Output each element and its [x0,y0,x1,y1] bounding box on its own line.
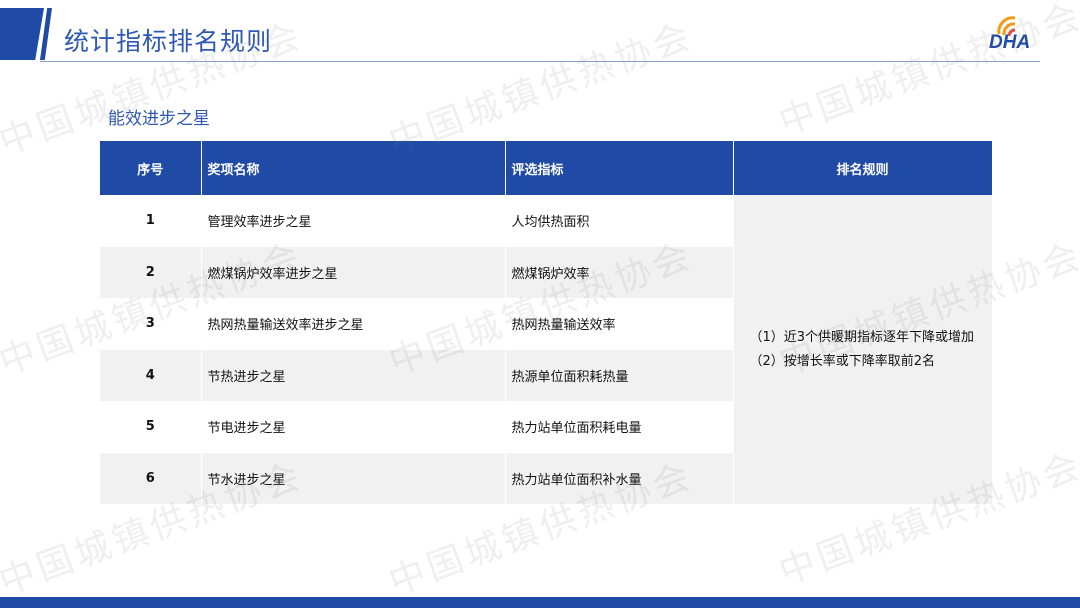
dha-logo: DHA [989,16,1030,53]
logo-text: DHA [989,32,1030,53]
cell-indicator: 人均供热面积 [505,195,734,247]
section-subtitle: 能效进步之星 [108,109,210,129]
cell-award: 热网热量输送效率进步之星 [201,298,506,350]
cell-indicator: 热源单位面积耗热量 [505,349,734,401]
col-header-seq: 序号 [100,141,202,195]
cell-award: 节电进步之星 [201,401,506,453]
cell-indicator: 热网热量输送效率 [505,298,734,350]
cell-seq: 5 [100,401,202,453]
col-header-indicator: 评选指标 [505,141,734,195]
cell-award: 管理效率进步之星 [201,195,506,247]
cell-seq: 6 [100,452,202,504]
footer-bar [0,597,1080,608]
cell-seq: 4 [100,349,202,401]
cell-award: 节水进步之星 [201,452,506,504]
cell-indicator: 热力站单位面积补水量 [505,452,734,504]
header-accent-bar [0,8,44,60]
cell-award: 节热进步之星 [201,349,506,401]
title-divider [40,61,1040,62]
cell-indicator: 燃煤锅炉效率 [505,246,734,298]
cell-indicator: 热力站单位面积耗电量 [505,401,734,453]
cell-seq: 3 [100,298,202,350]
cell-rule: （1）近3个供暖期指标逐年下降或增加 （2）按增长率或下降率取前2名 [733,195,993,504]
col-header-rule: 排名规则 [733,141,993,195]
rule-line-2: （2）按增长率或下降率取前2名 [749,353,936,369]
page-title: 统计指标排名规则 [64,27,273,56]
cell-seq: 1 [100,195,202,247]
col-header-award: 奖项名称 [201,141,506,195]
ranking-rules-table: 序号 奖项名称 评选指标 排名规则 1 管理效率进步之星 人均供热面积 （1）近… [100,141,993,504]
cell-seq: 2 [100,246,202,298]
cell-award: 燃煤锅炉效率进步之星 [201,246,506,298]
rule-line-1: （1）近3个供暖期指标逐年下降或增加 [749,329,975,345]
table-row: 1 管理效率进步之星 人均供热面积 （1）近3个供暖期指标逐年下降或增加 （2）… [100,195,993,504]
table-header-row: 序号 奖项名称 评选指标 排名规则 [100,141,993,195]
